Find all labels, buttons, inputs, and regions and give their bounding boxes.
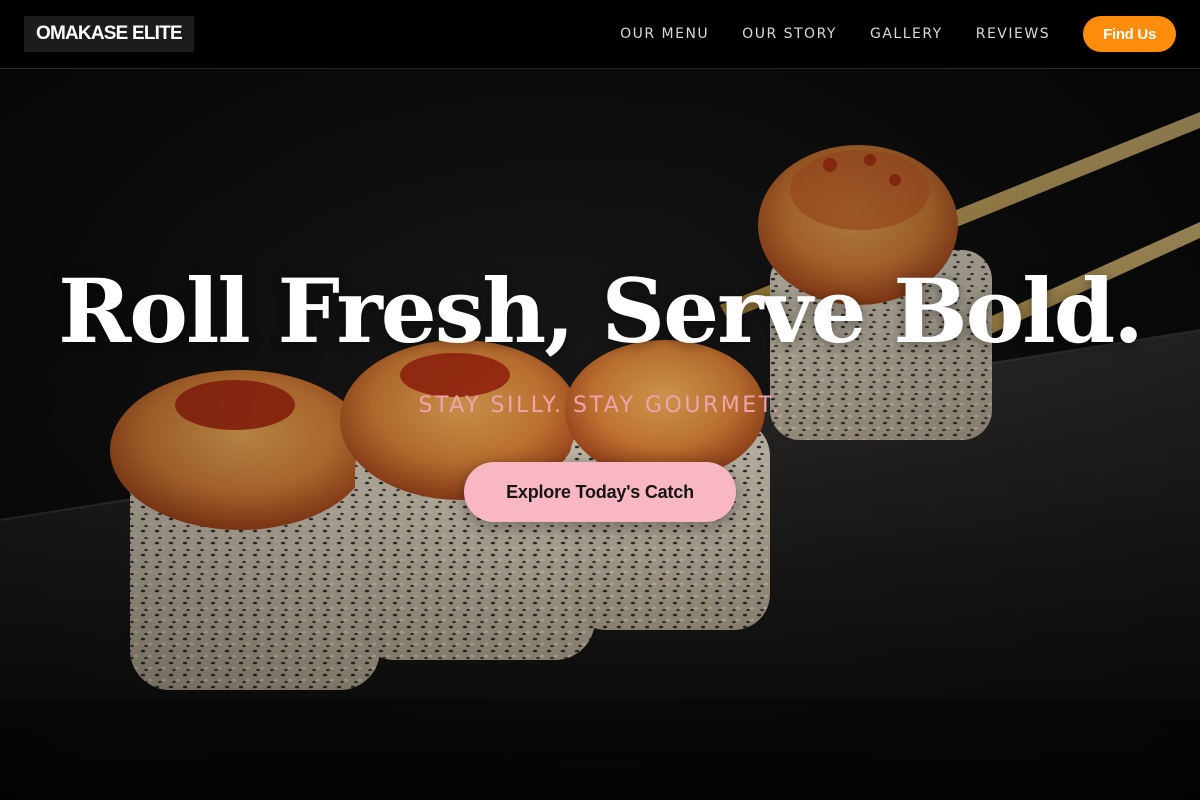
find-us-button[interactable]: Find Us (1083, 16, 1176, 52)
logo[interactable]: OMAKASE ELITE (24, 16, 194, 52)
nav-link-gallery[interactable]: GALLERY (870, 26, 943, 42)
nav-link-reviews[interactable]: REVIEWS (976, 26, 1050, 42)
nav-link-our-menu[interactable]: OUR MENU (620, 26, 709, 42)
main-nav: OUR MENU OUR STORY GALLERY REVIEWS Find … (620, 16, 1176, 52)
explore-catch-button[interactable]: Explore Today's Catch (464, 462, 736, 522)
hero-subtitle: STAY SILLY. STAY GOURMET. (418, 393, 782, 418)
hero-title: Roll Fresh, Serve Bold. (58, 259, 1144, 363)
hero-content: Roll Fresh, Serve Bold. STAY SILLY. STAY… (0, 69, 1200, 800)
site-header: OMAKASE ELITE OUR MENU OUR STORY GALLERY… (0, 0, 1200, 69)
hero-section: Roll Fresh, Serve Bold. STAY SILLY. STAY… (0, 69, 1200, 800)
nav-link-our-story[interactable]: OUR STORY (742, 26, 837, 42)
